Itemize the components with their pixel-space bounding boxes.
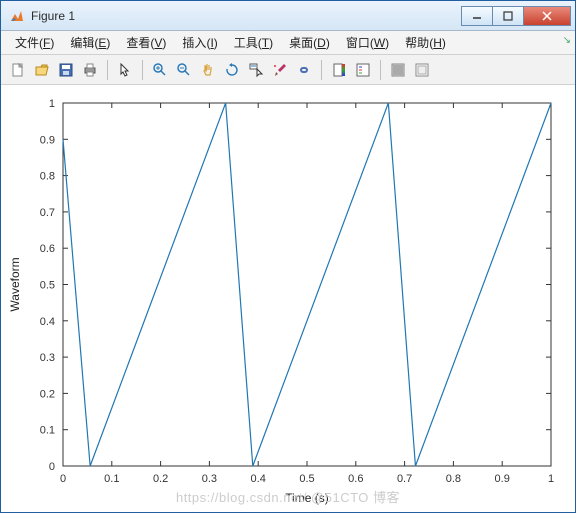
print-icon[interactable] [79,59,101,81]
datacursor-icon[interactable] [245,59,267,81]
menu-view[interactable]: 查看(V) [118,32,174,53]
brush-icon[interactable] [269,59,291,81]
matlab-icon [9,8,25,24]
pointer-icon[interactable] [114,59,136,81]
toolbar-separator [380,60,381,80]
link-icon[interactable] [293,59,315,81]
svg-text:0.6: 0.6 [40,243,55,255]
toolbar-separator [142,60,143,80]
svg-text:0.5: 0.5 [40,280,55,292]
window-buttons [461,6,571,26]
menu-desktop[interactable]: 桌面(D) [281,32,338,53]
legend-icon[interactable] [352,59,374,81]
svg-text:0.4: 0.4 [251,473,266,485]
svg-text:0.5: 0.5 [299,473,314,485]
colorbar-icon[interactable] [328,59,350,81]
svg-text:0.1: 0.1 [104,473,119,485]
figure-window: Figure 1 文件(F) 编辑(E) 查看(V) 插入(I) 工具(T) 桌… [0,0,576,513]
svg-text:1: 1 [548,473,554,485]
pan-icon[interactable] [197,59,219,81]
svg-text:0.8: 0.8 [40,171,55,183]
svg-text:0.3: 0.3 [40,352,55,364]
svg-text:0: 0 [49,461,55,473]
dock-chevron-icon[interactable]: ↘ [563,35,571,46]
svg-text:0.9: 0.9 [40,134,55,146]
titlebar: Figure 1 [1,1,575,31]
svg-text:0: 0 [60,473,66,485]
svg-text:Waveform: Waveform [8,257,22,311]
svg-text:0.2: 0.2 [40,388,55,400]
toolbar [1,55,575,85]
open-icon[interactable] [31,59,53,81]
menubar: 文件(F) 编辑(E) 查看(V) 插入(I) 工具(T) 桌面(D) 窗口(W… [1,31,575,55]
svg-text:Time (s): Time (s) [285,491,329,505]
menu-help[interactable]: 帮助(H) [397,32,454,53]
menu-window[interactable]: 窗口(W) [338,32,397,53]
toolbar-separator [107,60,108,80]
minimize-button[interactable] [461,6,493,26]
menu-file[interactable]: 文件(F) [7,32,62,53]
svg-text:0.8: 0.8 [446,473,461,485]
zoom-in-icon[interactable] [149,59,171,81]
menu-edit[interactable]: 编辑(E) [62,32,118,53]
new-icon[interactable] [7,59,29,81]
axes[interactable]: 0 0.1 0.2 0.3 0.4 0.5 0.6 0.7 0.8 0.9 1 0 0.1 0.2 0.3 0… [1,85,575,512]
svg-text:0.7: 0.7 [40,207,55,219]
zoom-out-icon[interactable] [173,59,195,81]
svg-text:0.4: 0.4 [40,316,55,328]
svg-text:0.3: 0.3 [202,473,217,485]
svg-text:0.7: 0.7 [397,473,412,485]
save-icon[interactable] [55,59,77,81]
showplot-icon[interactable] [411,59,433,81]
svg-text:0.6: 0.6 [348,473,363,485]
maximize-button[interactable] [492,6,524,26]
figure-canvas[interactable]: 0 0.1 0.2 0.3 0.4 0.5 0.6 0.7 0.8 0.9 1 0 0.1 0.2 0.3 0… [1,85,575,512]
toolbar-separator [321,60,322,80]
window-title: Figure 1 [31,9,461,23]
svg-text:0.1: 0.1 [40,425,55,437]
rotate-icon[interactable] [221,59,243,81]
hideplot-icon[interactable] [387,59,409,81]
svg-text:0.9: 0.9 [495,473,510,485]
svg-text:0.2: 0.2 [153,473,168,485]
menu-insert[interactable]: 插入(I) [174,32,225,53]
menu-tools[interactable]: 工具(T) [226,32,281,53]
close-button[interactable] [523,6,571,26]
svg-text:1: 1 [49,98,55,110]
